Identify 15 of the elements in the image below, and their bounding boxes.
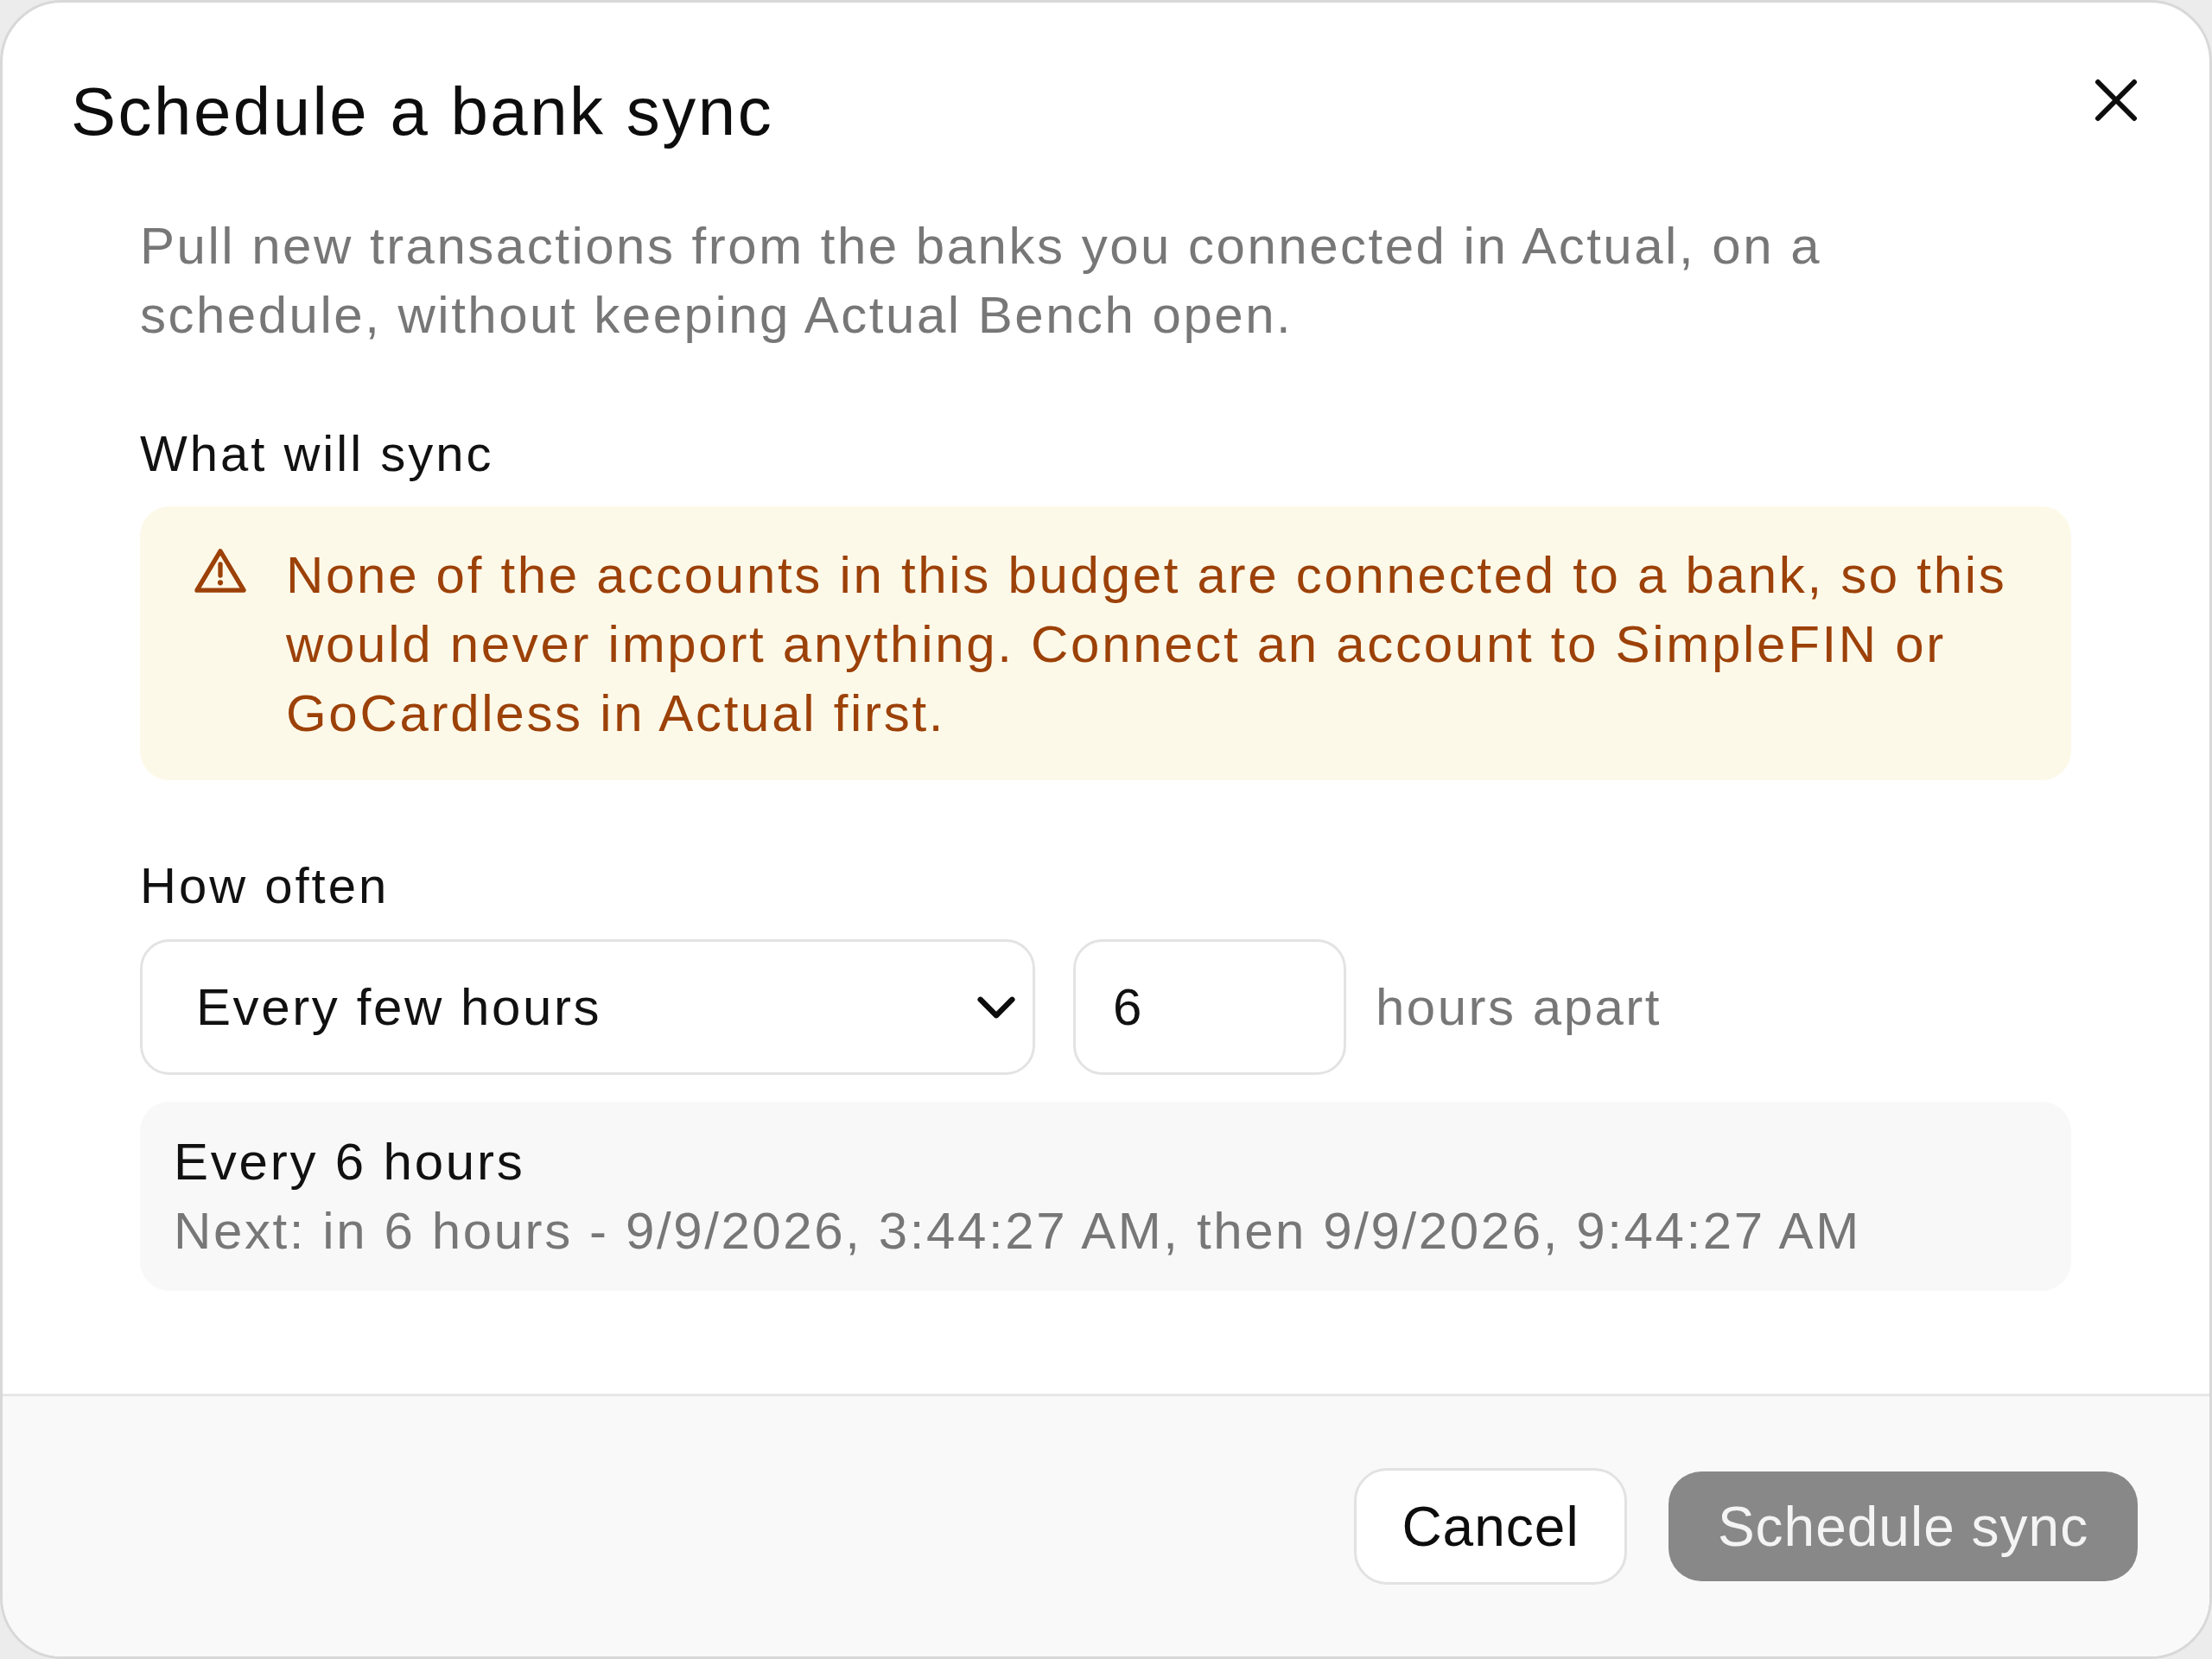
unit-label: hours apart [1376,976,1662,1038]
summary-title: Every 6 hours [174,1132,526,1192]
frequency-select[interactable]: Every few hours [140,939,1035,1075]
warning-icon [194,547,247,594]
next-run-text: Next: in 6 hours - 9/9/2026, 3:44:27 AM, then 9/9/2026, 9:44:27 AM [174,1201,1862,1262]
dialog-title: Schedule a bank sync [71,73,774,151]
section-heading: What will sync [140,424,495,483]
chevron-down-icon [977,995,1015,1019]
section-heading: How often [140,856,391,915]
dialog-description: Pull new transactions from the banks you connected in Actual, on a schedule, without keeping Actual Bench open. [140,216,1823,346]
close-button[interactable] [2094,79,2138,122]
interval-input[interactable]: 6 [1073,939,1346,1075]
close-icon [2094,79,2138,122]
cancel-button[interactable]: Cancel [1354,1468,1627,1585]
warning-text: None of the accounts in this budget are connected to a bank, so this would never import anything. Connect an account to SimpleFIN or GoCardless in Actual first. [286,545,2008,744]
